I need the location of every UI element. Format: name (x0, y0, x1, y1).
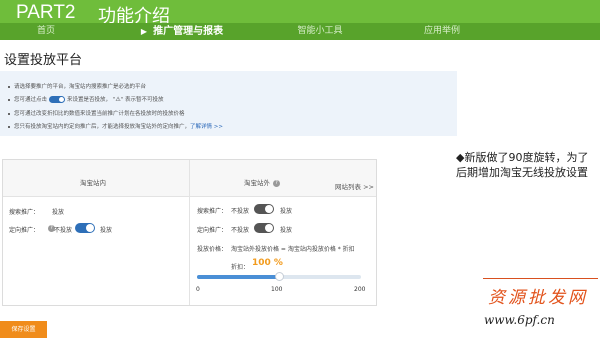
bullet (8, 112, 10, 115)
right-target-off-label: 不投放 (231, 227, 250, 234)
right-search-on-label: 投放 (280, 208, 293, 215)
nav-item-examples[interactable]: 应用举例 (402, 23, 482, 40)
help-icon[interactable]: ? (273, 179, 280, 187)
toggle-knob (265, 224, 273, 232)
panel-left-header: 淘宝站内 (3, 160, 190, 197)
nav-item-home[interactable]: 首页 (0, 23, 92, 40)
site-list-link[interactable]: 网站列表 >> (335, 181, 374, 191)
slider-min-label: 0 (196, 286, 200, 293)
notice-text: 请选择要推广的平台，淘宝站内搜索推广是必选的平台 (14, 84, 147, 90)
right-target-toggle[interactable] (254, 223, 274, 233)
annotation-line-2: 后期增加淘宝无线投放设置 (456, 166, 588, 179)
notice-text: 来设置是否投放， (67, 97, 112, 103)
slider-handle[interactable] (274, 272, 284, 281)
right-search-off-label: 不投放 (231, 208, 250, 215)
notice-text: 您只有投放淘宝站内的定向推广后，才能选择投放淘宝站外的定向推广， (14, 124, 191, 130)
left-search-value: 投放 (52, 209, 65, 216)
discount-value: 100 % (252, 258, 283, 268)
nav-bar: 首页 ▶ 推广管理与报表 智能小工具 应用举例 (0, 23, 600, 40)
discount-label: 折扣： (231, 264, 250, 271)
watermark-divider (483, 278, 598, 279)
page-title: 设置投放平台 (4, 53, 83, 68)
notice-line-4: 您只有投放淘宝站内的定向推广后，才能选择投放淘宝站外的定向推广，了解详情 >> (8, 122, 223, 130)
play-arrow-icon: ▶ (140, 27, 148, 36)
price-label: 投放价格： (197, 246, 228, 253)
bullet (8, 125, 10, 128)
left-search-label: 搜索推广： (9, 209, 40, 216)
discount-slider[interactable] (197, 272, 361, 281)
notice-line-3: 您可通过改变折扣比的数值来设置当前推广计划在各投放时的投放价格 (8, 109, 185, 117)
save-settings-button[interactable]: 保存设置 (0, 321, 47, 338)
watermark-url: www.6pf.cn (484, 313, 555, 327)
slider-fill (197, 275, 279, 279)
left-target-toggle[interactable] (75, 223, 95, 233)
notice-text: 您可通过点击 (14, 97, 48, 103)
bullet (8, 85, 10, 88)
notice-line-2: 您可通过点击 来设置是否投放， "⚠" 表示暂不可投放 (8, 95, 163, 103)
left-target-on-label: 投放 (100, 227, 113, 234)
notice-line-1: 请选择要推广的平台，淘宝站内搜索推广是必选的平台 (8, 82, 146, 90)
annotation-line-1: ◆新版做了90度旋转，为了 (456, 151, 589, 164)
taobao-outside-text: 淘宝站外 (244, 179, 270, 187)
notice-box: 请选择要推广的平台，淘宝站内搜索推广是必选的平台 您可通过点击 来设置是否投放， … (0, 71, 457, 136)
slider-mid-label: 100 (271, 286, 283, 293)
right-target-label: 定向推广： (197, 227, 228, 234)
notice-text: 您可通过改变折扣比的数值来设置当前推广计划在各投放时的投放价格 (14, 111, 185, 117)
panel-right-header: 淘宝站外? 网站列表 >> (190, 160, 376, 197)
nav-item-promotion-label: 推广管理与报表 (153, 26, 224, 37)
right-target-on-label: 投放 (280, 227, 293, 234)
right-search-label: 搜索推广： (197, 208, 228, 215)
slider-max-label: 200 (354, 286, 366, 293)
taobao-inside-label: 淘宝站内 (80, 179, 106, 187)
toggle-switch-icon (49, 96, 66, 103)
part-label: PART2 (16, 2, 76, 23)
bullet (8, 98, 10, 101)
nav-item-promotion[interactable]: ▶ 推广管理与报表 (112, 23, 252, 40)
top-banner: PART2 功能介绍 首页 ▶ 推广管理与报表 智能小工具 应用举例 (0, 0, 600, 40)
right-search-toggle[interactable] (254, 204, 274, 214)
price-formula: 淘宝站外投放价格 = 淘宝站内投放价格 * 折扣 (231, 246, 355, 253)
toggle-knob (86, 224, 94, 232)
nav-item-tools[interactable]: 智能小工具 (280, 23, 360, 40)
learn-more-link[interactable]: 了解详情 >> (190, 124, 223, 130)
left-target-off-label: 不投放 (54, 227, 73, 234)
left-target-label: 定向推广： (9, 227, 40, 234)
watermark-logo-text: 资源批发网 (488, 288, 588, 308)
panel-divider (189, 196, 190, 305)
taobao-outside-label: 淘宝站外? (244, 177, 280, 187)
toggle-knob (265, 205, 273, 213)
notice-text: " 表示暂不可投放 (120, 97, 164, 103)
